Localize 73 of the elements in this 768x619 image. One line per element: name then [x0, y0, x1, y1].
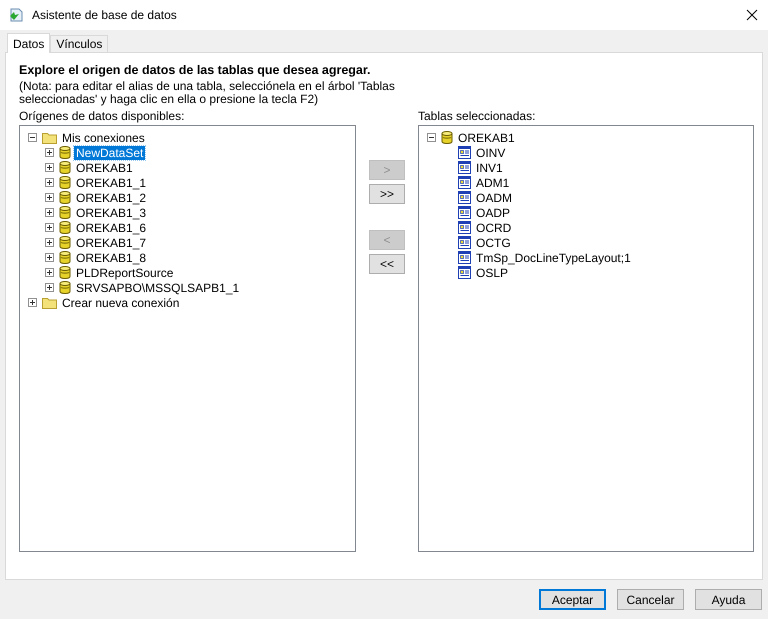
table-icon — [458, 161, 471, 174]
database-icon — [441, 131, 453, 144]
tree-item[interactable]: OREKAB1_3 — [74, 206, 148, 220]
table-icon — [458, 176, 471, 189]
database-icon — [59, 176, 71, 189]
expand-icon[interactable] — [28, 298, 37, 307]
tree-item[interactable]: OCRD — [474, 220, 514, 234]
close-icon[interactable] — [746, 9, 758, 21]
tree-item[interactable]: OADM — [474, 190, 514, 204]
expand-icon[interactable] — [45, 148, 54, 157]
table-icon — [458, 146, 471, 159]
table-icon — [458, 206, 471, 219]
folder-icon — [42, 132, 57, 144]
tab[interactable]: Vínculos — [50, 35, 108, 52]
note-text: (Nota: para editar el alias de una tabla, selecciónela en el árbol 'Tablas seleccionadas' y haga clic en ella o presione la tecla F2) — [19, 80, 396, 106]
tree-item[interactable]: OINV — [474, 146, 508, 160]
expand-icon[interactable] — [45, 208, 54, 217]
tree-item[interactable]: PLDReportSource — [74, 266, 176, 280]
table-icon — [458, 221, 471, 234]
database-icon — [59, 251, 71, 264]
dialog-button[interactable]: Ayuda — [695, 589, 762, 610]
expand-icon[interactable] — [45, 163, 54, 172]
transfer-button[interactable]: >> — [369, 184, 405, 204]
expand-icon[interactable] — [45, 283, 54, 292]
selected-tables-label: Tablas seleccionadas: — [418, 109, 536, 123]
tree-item[interactable]: NewDataSet — [74, 146, 146, 160]
tree-item[interactable]: TmSp_DocLineTypeLayout;1 — [474, 250, 633, 264]
window-title: Asistente de base de datos — [32, 8, 178, 22]
expand-icon[interactable] — [45, 178, 54, 187]
table-icon — [458, 191, 471, 204]
tree-item[interactable]: OREKAB1 — [74, 160, 135, 174]
database-icon — [59, 236, 71, 249]
tree-item[interactable]: OCTG — [474, 236, 513, 250]
collapse-icon[interactable] — [427, 133, 436, 142]
expand-icon[interactable] — [45, 253, 54, 262]
expand-icon[interactable] — [45, 238, 54, 247]
database-icon — [59, 221, 71, 234]
collapse-icon[interactable] — [28, 133, 37, 142]
database-icon — [59, 206, 71, 219]
folder-icon — [42, 296, 57, 308]
tree-item[interactable]: OREKAB1_1 — [74, 176, 148, 190]
tree-item[interactable]: OREKAB1_8 — [74, 250, 148, 264]
expand-icon[interactable] — [45, 193, 54, 202]
tree-item[interactable]: SRVSAPBO\MSSQLSAPB1_1 — [74, 280, 242, 294]
table-icon — [458, 251, 471, 264]
tree-item[interactable]: Crear nueva conexión — [60, 296, 182, 310]
sources-tree[interactable]: Mis conexiones NewDataSet OREKAB1 OREKAB1_1 OREKAB1_2 OREKAB1_3 OREKAB1_6 OREKAB1_7 OREKAB1_8 PLDReportSource SRVSAPBO\MSSQLSAPB1_1 Crear nueva conexión — [19, 125, 356, 552]
sources-label: Orígenes de datos disponibles: — [19, 109, 186, 123]
expand-icon[interactable] — [45, 223, 54, 232]
selected-tables-tree[interactable]: OREKAB1 OINV INV1 ADM1 OADM OADP OCRD OCTG TmSp_DocLineTypeLayout;1 OSLP — [418, 125, 754, 552]
database-icon — [59, 191, 71, 204]
tree-item[interactable]: OREKAB1_7 — [74, 236, 148, 250]
dialog-button[interactable]: Cancelar — [617, 589, 684, 610]
tree-item[interactable]: OREKAB1_2 — [74, 190, 148, 204]
database-icon — [59, 146, 71, 159]
table-icon — [458, 266, 471, 279]
tree-item[interactable]: OREKAB1 — [456, 130, 517, 144]
tab[interactable]: Datos — [7, 33, 50, 53]
expand-icon[interactable] — [45, 268, 54, 277]
instruction-heading: Explore el origen de datos de las tablas que desea agregar. — [19, 63, 372, 77]
tree-item[interactable]: OSLP — [474, 266, 510, 280]
dialog-button[interactable]: Aceptar — [539, 589, 606, 610]
app-icon — [8, 7, 24, 23]
database-icon — [59, 161, 71, 174]
tree-item[interactable]: INV1 — [474, 160, 505, 174]
table-icon — [458, 236, 471, 249]
database-icon — [59, 266, 71, 279]
tree-item[interactable]: Mis conexiones — [60, 130, 147, 144]
tree-item[interactable]: ADM1 — [474, 176, 512, 190]
database-icon — [59, 281, 71, 294]
transfer-button[interactable]: << — [369, 254, 405, 274]
tree-item[interactable]: OREKAB1_6 — [74, 220, 148, 234]
tree-item[interactable]: OADP — [474, 206, 512, 220]
